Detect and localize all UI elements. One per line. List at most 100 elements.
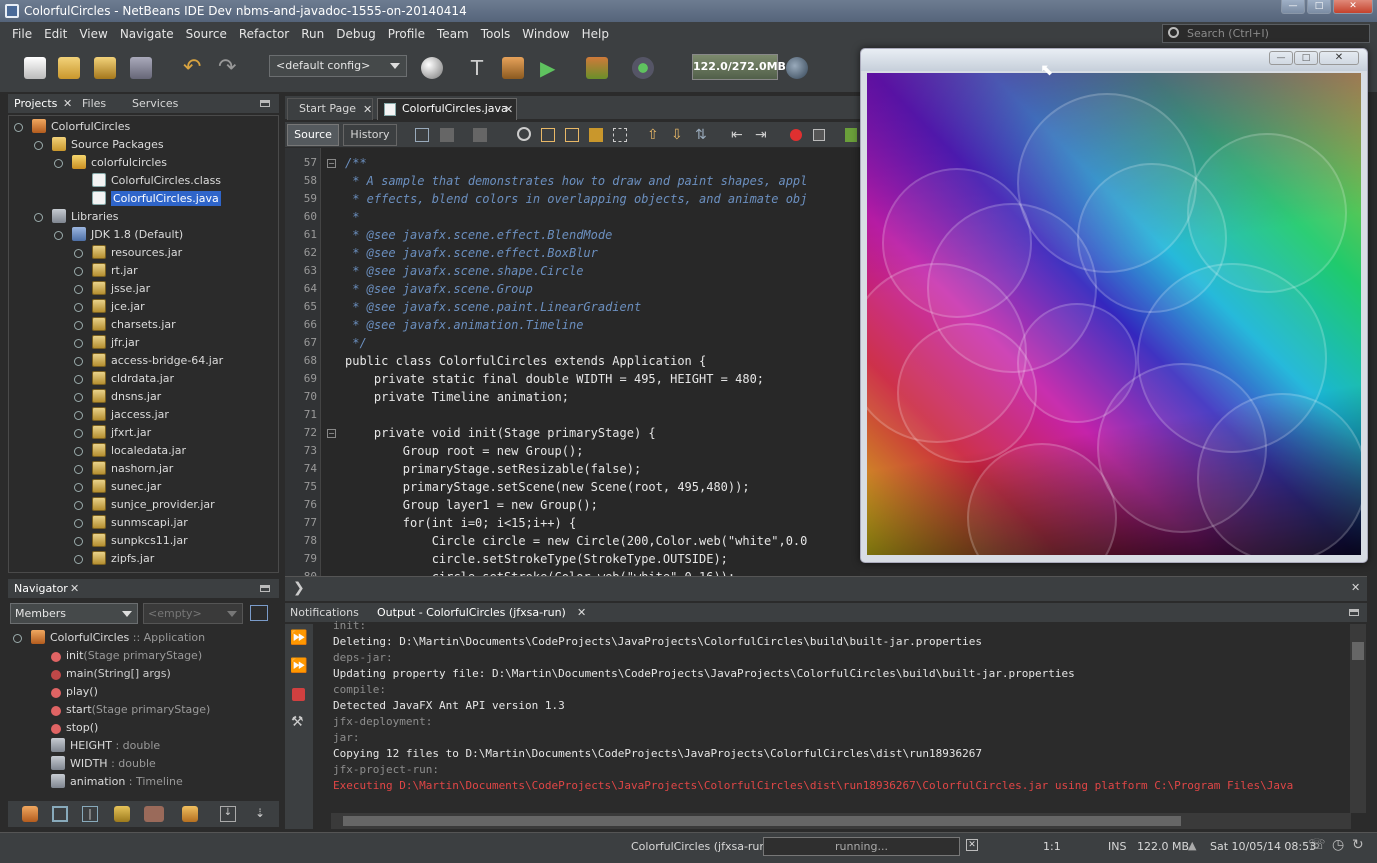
tree-item-java-file[interactable]: ColorfulCircles.java — [111, 191, 221, 206]
member-height[interactable]: HEIGHT — [70, 739, 112, 752]
non-public-icon[interactable] — [114, 806, 130, 822]
forward-icon[interactable] — [473, 128, 487, 142]
close-icon[interactable]: ✕ — [577, 606, 586, 619]
tree-item-package[interactable]: colorfulcircles — [91, 156, 167, 169]
tab-output[interactable]: Output - ColorfulCircles (jfxsa-run) — [377, 603, 566, 623]
show-fields-icon[interactable] — [52, 806, 68, 822]
start-macro-icon[interactable] — [790, 129, 802, 141]
clean-build-icon[interactable] — [502, 57, 524, 79]
garbage-collect-icon[interactable] — [786, 57, 808, 79]
menu-view[interactable]: View — [73, 27, 113, 41]
menu-source[interactable]: Source — [180, 27, 233, 41]
tree-item-jar[interactable]: jsse.jar — [111, 282, 150, 295]
expand-toggle-icon[interactable] — [74, 321, 83, 330]
new-project-icon[interactable] — [58, 57, 80, 79]
expand-toggle-icon[interactable] — [74, 429, 83, 438]
member-play[interactable]: play — [66, 685, 89, 698]
tree-item-jar[interactable]: sunmscapi.jar — [111, 516, 188, 529]
notifications-icon[interactable]: ☏ — [1308, 837, 1326, 853]
tree-item-jar[interactable]: sunpkcs11.jar — [111, 534, 188, 547]
build-hammer-icon[interactable]: T — [466, 57, 488, 79]
expand-toggle-icon[interactable] — [14, 123, 23, 132]
scrollbar-thumb[interactable] — [1352, 642, 1364, 660]
menu-navigate[interactable]: Navigate — [114, 27, 180, 41]
shift-left-icon[interactable]: ⇤ — [731, 127, 743, 143]
members-filter-dropdown[interactable]: Members — [10, 603, 138, 624]
fqn-icon[interactable] — [182, 806, 198, 822]
fold-collapse-icon[interactable]: − — [327, 429, 336, 438]
minimize-panel-icon[interactable] — [1349, 609, 1359, 616]
expand-toggle-icon[interactable] — [74, 411, 83, 420]
expand-toggle-icon[interactable] — [54, 159, 63, 168]
sort-by-name-icon[interactable]: ↓ — [220, 806, 236, 822]
output-vertical-scrollbar[interactable] — [1350, 624, 1366, 813]
expand-toggle-icon[interactable] — [34, 213, 43, 222]
expand-toggle-icon[interactable] — [74, 537, 83, 546]
inherited-members-icon[interactable] — [22, 806, 38, 822]
tree-item-jar[interactable]: dnsns.jar — [111, 390, 161, 403]
toggle-bookmark-icon[interactable]: ⇅ — [695, 127, 707, 143]
expand-toggle-icon[interactable] — [74, 447, 83, 456]
tree-item-jar[interactable]: sunjce_provider.jar — [111, 498, 215, 511]
save-all-icon[interactable] — [130, 57, 152, 79]
new-file-icon[interactable] — [24, 57, 46, 79]
member-main[interactable]: main — [66, 667, 93, 680]
search-input[interactable]: Search (Ctrl+I) — [1162, 24, 1370, 43]
scrollbar-thumb[interactable] — [343, 816, 1181, 826]
tree-item-jar[interactable]: charsets.jar — [111, 318, 176, 331]
close-icon[interactable]: ✕ — [504, 103, 513, 116]
javafx-app-window[interactable]: — □ ✕ — [860, 48, 1368, 563]
tab-start-page[interactable]: Start Page ✕ — [287, 98, 373, 120]
redo-icon[interactable]: ↷ — [218, 57, 240, 79]
source-tab[interactable]: Source — [287, 124, 339, 146]
undo-icon[interactable]: ↶ — [183, 57, 205, 79]
toggle-highlight-icon[interactable] — [589, 128, 603, 142]
output-horizontal-scrollbar[interactable] — [331, 813, 1351, 829]
config-dropdown[interactable]: <default config> — [269, 55, 407, 77]
tree-item-jar[interactable]: localedata.jar — [111, 444, 186, 457]
clock-icon[interactable]: ◷ — [1332, 837, 1344, 853]
maximize-button[interactable]: □ — [1307, 0, 1331, 14]
close-button[interactable]: ✕ — [1333, 0, 1373, 14]
sort-by-source-icon[interactable]: ⇣ — [252, 806, 268, 822]
fx-minimize-button[interactable]: — — [1269, 51, 1293, 65]
close-icon[interactable]: ✕ — [363, 103, 372, 116]
empty-filter-dropdown[interactable]: <empty> — [143, 603, 243, 624]
chevron-up-icon[interactable]: ▲ — [1188, 839, 1196, 852]
expand-toggle-icon[interactable] — [74, 483, 83, 492]
tree-item-jar[interactable]: resources.jar — [111, 246, 182, 259]
memory-indicator[interactable]: 122.0/272.0MB — [692, 54, 786, 80]
menu-refactor[interactable]: Refactor — [233, 27, 295, 41]
minimize-button[interactable]: — — [1281, 0, 1305, 14]
tree-item-jar[interactable]: access-bridge-64.jar — [111, 354, 223, 367]
member-init[interactable]: init — [66, 649, 83, 662]
cancel-task-icon[interactable]: ✕ — [966, 839, 978, 851]
member-stop[interactable]: stop — [66, 721, 90, 734]
tree-item-jar[interactable]: cldrdata.jar — [111, 372, 174, 385]
debug-project-icon[interactable] — [586, 57, 608, 79]
expand-toggle-icon[interactable] — [74, 465, 83, 474]
menu-debug[interactable]: Debug — [330, 27, 381, 41]
minimize-panel-icon[interactable] — [260, 585, 270, 592]
output-console[interactable]: ⏩ ⏩ ⚒ init: Deleting: D:\Martin\Documents… — [285, 619, 1367, 829]
chevron-right-icon[interactable]: ❯ — [293, 580, 305, 596]
member-start[interactable]: start — [66, 703, 92, 716]
menu-edit[interactable]: Edit — [38, 27, 73, 41]
code-editor[interactable]: 57 58 59 60 61 62 63 64 65 66 67 68 69 70 71 72 73 74 75 76… — [285, 148, 860, 576]
close-icon[interactable]: ✕ — [1351, 581, 1360, 594]
expand-toggle-icon[interactable] — [54, 231, 63, 240]
member-width[interactable]: WIDTH — [70, 757, 108, 770]
status-task[interactable]: ColorfulCircles (jfxsa-run) — [631, 840, 771, 853]
tab-projects[interactable]: Projects — [14, 94, 57, 114]
tree-item-source-packages[interactable]: Source Packages — [71, 138, 164, 151]
tree-item-class-file[interactable]: ColorfulCircles.class — [111, 174, 221, 187]
toggle-selection-icon[interactable] — [613, 128, 627, 142]
last-edit-icon[interactable] — [415, 128, 429, 142]
find-prev-icon[interactable] — [541, 128, 555, 142]
ant-settings-icon[interactable]: ⚒ — [291, 714, 304, 730]
fx-close-button[interactable]: ✕ — [1319, 51, 1359, 65]
expand-toggle-icon[interactable] — [74, 375, 83, 384]
tree-item-jar[interactable]: jfxrt.jar — [111, 426, 151, 439]
fold-collapse-icon[interactable]: − — [327, 159, 336, 168]
expand-toggle-icon[interactable] — [13, 634, 22, 643]
